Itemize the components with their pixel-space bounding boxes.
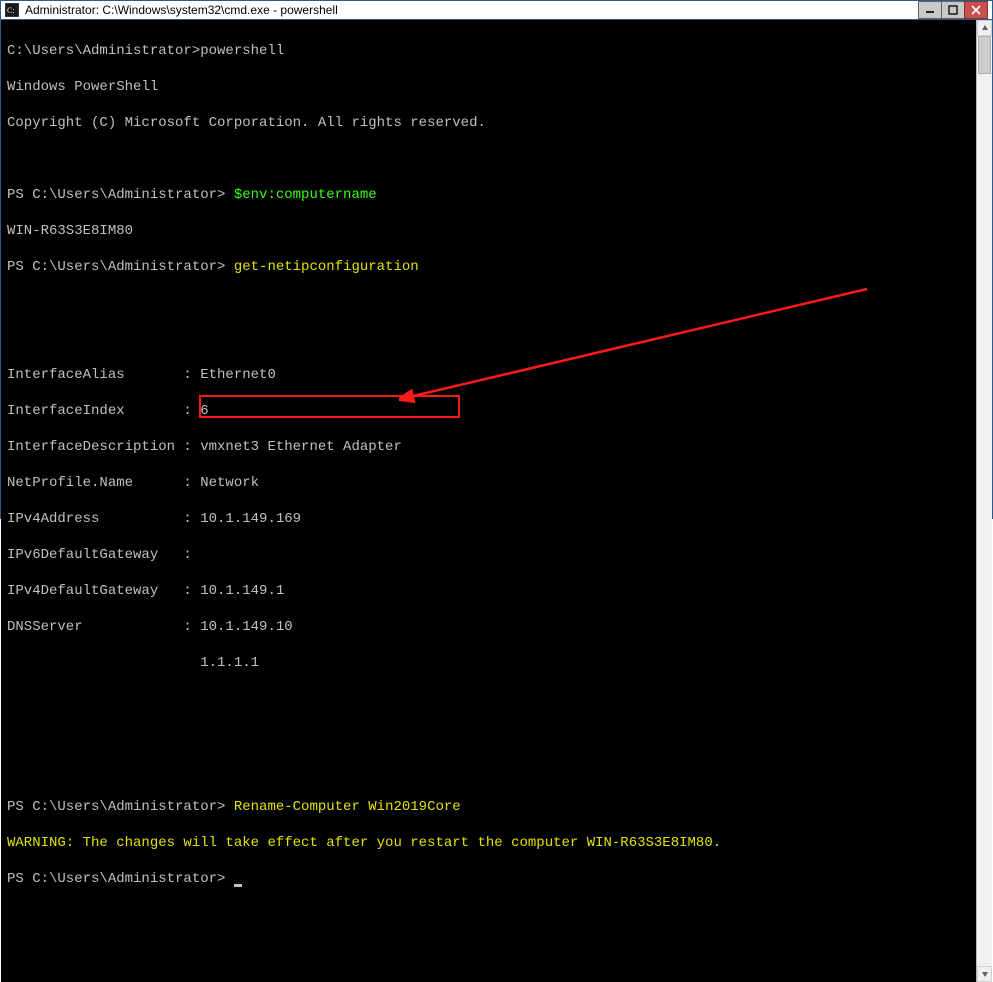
console-area: C:\Users\Administrator>powershell Window… [1, 20, 992, 982]
command-text: get-netipconfiguration [234, 259, 419, 275]
output-line [7, 762, 970, 780]
output-line: C:\Users\Administrator>powershell [7, 42, 970, 60]
output-line: 1.1.1.1 [7, 654, 970, 672]
titlebar[interactable]: C: Administrator: C:\Windows\system32\cm… [1, 1, 992, 20]
window-title: Administrator: C:\Windows\system32\cmd.e… [25, 3, 918, 17]
prompt-line: PS C:\Users\Administrator> $env:computer… [7, 186, 970, 204]
output-line: InterfaceIndex : 6 [7, 402, 970, 420]
output-line [7, 690, 970, 708]
output-line: InterfaceDescription : vmxnet3 Ethernet … [7, 438, 970, 456]
scroll-thumb[interactable] [978, 36, 991, 74]
output-line: Copyright (C) Microsoft Corporation. All… [7, 114, 970, 132]
terminal-output[interactable]: C:\Users\Administrator>powershell Window… [1, 20, 976, 982]
vertical-scrollbar[interactable] [976, 20, 992, 982]
window-controls [918, 1, 988, 19]
prompt-line: PS C:\Users\Administrator> Rename-Comput… [7, 798, 970, 816]
command-text: $env:computername [234, 187, 377, 203]
scroll-track[interactable] [977, 36, 992, 966]
output-line: IPv4Address : 10.1.149.169 [7, 510, 970, 528]
output-line: Windows PowerShell [7, 78, 970, 96]
output-line: DNSServer : 10.1.149.10 [7, 618, 970, 636]
close-button[interactable] [964, 1, 988, 19]
prompt: PS C:\Users\Administrator> [7, 259, 234, 275]
output-line [7, 294, 970, 312]
svg-text:C:: C: [7, 6, 15, 15]
scroll-up-button[interactable] [977, 20, 992, 36]
output-line [7, 330, 970, 348]
cursor [234, 884, 242, 887]
output-line [7, 150, 970, 168]
output-line: IPv6DefaultGateway : [7, 546, 970, 564]
prompt-line: PS C:\Users\Administrator> [7, 870, 970, 888]
output-line: InterfaceAlias : Ethernet0 [7, 366, 970, 384]
output-line: IPv4DefaultGateway : 10.1.149.1 [7, 582, 970, 600]
prompt: PS C:\Users\Administrator> [7, 871, 234, 887]
maximize-button[interactable] [941, 1, 965, 19]
cmd-icon: C: [5, 3, 19, 17]
cmd-window: C: Administrator: C:\Windows\system32\cm… [0, 0, 993, 519]
warning-line: WARNING: The changes will take effect af… [7, 834, 970, 852]
prompt: PS C:\Users\Administrator> [7, 799, 234, 815]
command-text: Rename-Computer Win2019Core [234, 799, 461, 815]
prompt-line: PS C:\Users\Administrator> get-netipconf… [7, 258, 970, 276]
output-line: WIN-R63S3E8IM80 [7, 222, 970, 240]
prompt: PS C:\Users\Administrator> [7, 187, 234, 203]
scroll-down-button[interactable] [977, 966, 992, 982]
output-line: NetProfile.Name : Network [7, 474, 970, 492]
minimize-button[interactable] [918, 1, 942, 19]
output-line [7, 726, 970, 744]
